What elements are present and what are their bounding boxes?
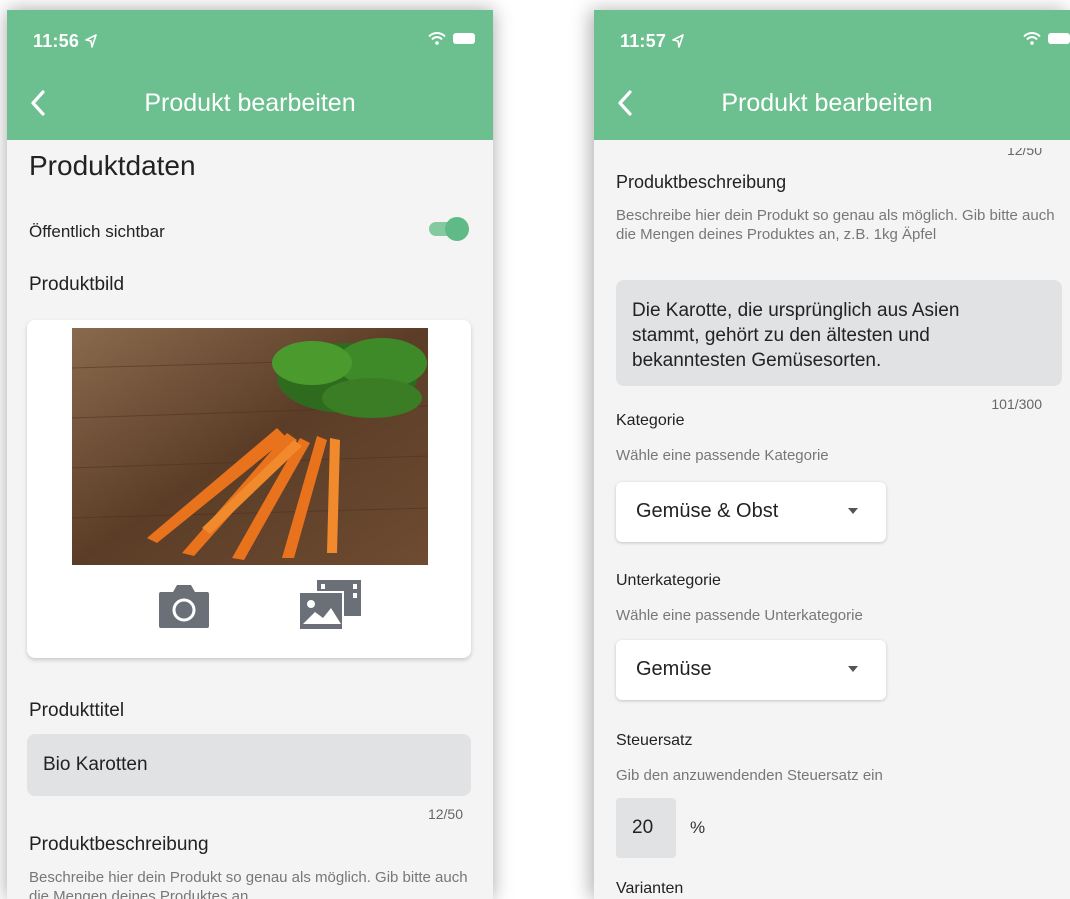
location-arrow-icon — [672, 32, 684, 53]
tax-help: Gib den anzuwendenden Steuersatz ein — [616, 767, 883, 784]
dropdown-caret-icon — [848, 508, 858, 514]
description-help: Beschreibe hier dein Produkt so genau al… — [616, 207, 1055, 243]
app-header: 11:56 Produkt bearbeiten — [7, 10, 493, 140]
tax-input-value: 20 — [632, 817, 654, 838]
description-help: Beschreibe hier dein Produkt so genau al… — [29, 869, 468, 899]
title-counter-partial: 12/50 — [1006, 142, 1042, 158]
wifi-icon — [1023, 32, 1041, 45]
page-title: Produkt bearbeiten — [721, 89, 933, 117]
title-input-value: Bio Karotten — [43, 754, 148, 775]
visibility-toggle[interactable] — [429, 217, 469, 241]
title-counter: 12/50 — [427, 806, 463, 822]
category-dropdown[interactable]: Gemüse & Obst — [616, 482, 886, 542]
tax-section-label: Steuersatz — [616, 732, 693, 749]
title-section-label: Produkttitel — [29, 700, 125, 721]
subcategory-help: Wähle eine passende Unterkategorie — [616, 607, 863, 624]
tax-input[interactable]: 20 — [616, 798, 676, 858]
variants-section-label: Varianten — [616, 880, 684, 897]
visibility-label: Öffentlich sichtbar — [29, 222, 165, 241]
category-value: Gemüse & Obst — [636, 500, 779, 522]
subcategory-value: Gemüse — [636, 658, 712, 680]
status-time: 11:57 — [620, 31, 667, 51]
subcategory-dropdown[interactable]: Gemüse — [616, 640, 886, 700]
subcategory-section-label: Unterkategorie — [616, 572, 721, 589]
status-time: 11:56 — [33, 31, 80, 51]
battery-icon — [1048, 33, 1070, 44]
wifi-icon — [428, 32, 446, 45]
description-input-value: Die Karotte, die ursprünglich aus Asien … — [632, 300, 960, 371]
status-icons — [1023, 32, 1070, 45]
camera-button[interactable] — [157, 582, 211, 635]
tax-unit: % — [690, 818, 706, 837]
product-image — [72, 328, 428, 565]
form-content: Produktdaten Öffentlich sichtbar Produkt… — [7, 140, 493, 899]
status-icons — [428, 32, 475, 45]
title-input[interactable]: Bio Karotten — [27, 734, 471, 796]
camera-icon — [159, 585, 209, 628]
image-section-label: Produktbild — [29, 274, 125, 295]
toggle-knob — [445, 217, 469, 241]
app-header: 11:57 Produkt bearbeiten — [594, 10, 1070, 140]
section-heading: Produktdaten — [29, 150, 196, 181]
battery-icon — [453, 33, 475, 44]
phone-screen-left: 11:56 Produkt bearbeiten Produktdaten Öf… — [7, 10, 493, 899]
page-title: Produkt bearbeiten — [144, 89, 356, 117]
category-section-label: Kategorie — [616, 412, 685, 429]
description-section-label: Produktbeschreibung — [616, 172, 787, 192]
location-arrow-icon — [85, 32, 97, 53]
dropdown-caret-icon — [848, 666, 858, 672]
description-section-label: Produktbeschreibung — [29, 834, 209, 855]
gallery-button[interactable] — [297, 578, 365, 637]
image-card — [27, 320, 471, 658]
image-gallery-icon — [298, 580, 361, 631]
description-input[interactable]: Die Karotte, die ursprünglich aus Asien … — [616, 280, 1062, 386]
phone-screen-right: 11:57 Produkt bearbeiten 12/50 Produktbe… — [594, 10, 1070, 899]
description-counter: 101/300 — [991, 396, 1042, 412]
form-content: 12/50 Produktbeschreibung Beschreibe hie… — [594, 140, 1070, 899]
category-help: Wähle eine passende Kategorie — [616, 447, 829, 464]
